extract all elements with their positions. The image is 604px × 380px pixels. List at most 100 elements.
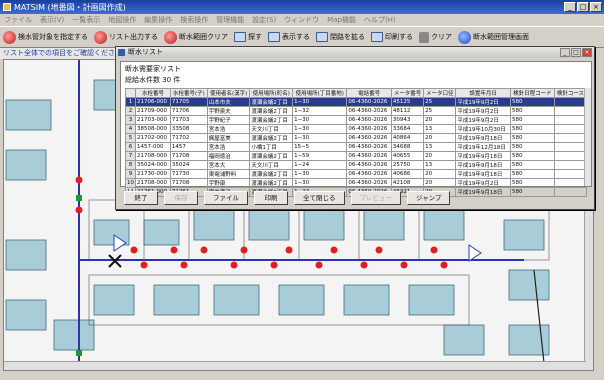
table-row[interactable]: 9 21730-000 71730 東電浦野料 渡瀬会議2丁目 1−30 06-4360-2… (125, 169, 588, 179)
map-horizontal-scrollbar[interactable] (4, 361, 586, 370)
dialog-close-button[interactable]: × (582, 48, 592, 57)
menu-item[interactable]: 表示(V) (40, 15, 64, 25)
table-row[interactable]: 7 21708-000 71708 福岡徳治 渡瀬会議2丁目 1−59 06-4360-20… (125, 151, 588, 161)
dialog-maximize-button[interactable]: □ (571, 48, 581, 57)
menu-item[interactable]: 管理機能 (216, 15, 244, 25)
menu-item[interactable]: 編集操作 (144, 15, 172, 25)
table-cell: 580 (509, 124, 555, 134)
table-cell: 1−30 (292, 124, 348, 134)
table-row[interactable]: 10 21708-000 71708 宇野康 渡瀬会議2丁目 1−30 06-4360-20… (125, 178, 588, 188)
table-cell: 06-4360-2026 (346, 124, 392, 134)
toolbar-button[interactable]: 探す (234, 32, 262, 42)
table-cell: 06-4360-2026 (346, 178, 392, 188)
table-cell: 平成19年9月18日 (455, 160, 511, 170)
table-cell: 33684 (390, 124, 425, 134)
window-title: MATSIM (地番図・計画図作成) (14, 2, 126, 12)
menu-item[interactable]: ファイル (4, 15, 32, 25)
menu-item[interactable]: ウィンドウ (284, 15, 319, 25)
list-count: 総給水件数 30 件 (125, 76, 181, 84)
column-header[interactable]: 電話番号 (346, 88, 392, 98)
column-header[interactable]: 使用場所(町名) (249, 88, 294, 98)
table-cell: 30943 (390, 115, 425, 125)
toolbar-button[interactable]: 閉路を拡る (316, 32, 365, 42)
toolbar-icon (371, 32, 383, 42)
table-cell: 平成19年9月2日 (455, 178, 511, 188)
toolbar-button-label: 探す (248, 33, 262, 41)
column-header[interactable]: 使用者名(漢字) (206, 88, 251, 98)
toolbar-button[interactable]: リスト出力する (94, 30, 158, 44)
dialog-minimize-button[interactable]: _ (560, 48, 570, 57)
table-cell: 34688 (390, 142, 425, 152)
window-controls: _ □ × (564, 2, 602, 12)
column-header[interactable]: メータ番号 (390, 88, 425, 98)
minimize-button[interactable]: _ (564, 2, 576, 12)
menu-item[interactable]: 一覧表示 (72, 15, 100, 25)
row-number: 3 (125, 115, 136, 125)
menu-item[interactable]: ヘルプ(H) (364, 15, 396, 25)
menu-item[interactable]: 検索操作 (180, 15, 208, 25)
toolbar-button[interactable]: クリア (419, 31, 452, 43)
table-cell: 13 (423, 160, 457, 170)
dialog-button[interactable]: 終了 (124, 191, 158, 205)
dialog-button[interactable]: 印刷 (254, 191, 288, 205)
table-row[interactable]: 6 1457-000 1457 宮本浩 小橋1丁目 15−5 06-4360-2026 346… (125, 142, 588, 152)
table-row[interactable]: 3 21703-000 71703 宇野紀子 渡瀬会議2丁目 1−30 06-4360-20… (125, 115, 588, 125)
table-cell: 33508 (169, 124, 208, 134)
table-cell: 1457 (169, 142, 208, 152)
table-cell: 20 (423, 169, 457, 179)
table-cell (553, 178, 588, 188)
column-header[interactable] (125, 88, 136, 98)
table-cell: 渡瀬会議2丁目 (249, 97, 294, 107)
toolbar-button[interactable]: 断水範囲クリア (164, 30, 228, 44)
toolbar-button[interactable]: 断水範囲管理画面 (458, 30, 529, 44)
table-cell: 渡瀬会議2丁目 (249, 169, 294, 179)
table-cell: 35024 (169, 160, 208, 170)
column-header[interactable]: 検針コース (553, 88, 588, 98)
close-button[interactable]: × (590, 2, 602, 12)
dialog-button[interactable]: 保存 (164, 191, 198, 205)
table-cell: 71705 (169, 97, 208, 107)
toolbar-button[interactable]: 検水管対象を指定する (3, 30, 88, 44)
table-cell: 平成19年9月18日 (455, 187, 511, 197)
table-cell: 42108 (390, 178, 425, 188)
table-row[interactable]: 5 21702-000 71702 楓屋富美 渡瀬会議2丁目 1−30 06-4360-20… (125, 133, 588, 143)
column-header[interactable]: 水栓番号(子) (169, 88, 208, 98)
toolbar-icon (3, 30, 16, 44)
table-cell: 40686 (390, 169, 425, 179)
column-header[interactable]: 水栓番号 (135, 88, 171, 98)
column-header[interactable]: 検針日程コード (509, 88, 555, 98)
table-cell: 20 (423, 151, 457, 161)
row-number: 6 (125, 142, 136, 152)
maximize-button[interactable]: □ (577, 2, 589, 12)
column-header[interactable]: 設置年月日 (455, 88, 511, 98)
table-cell: 東電浦野料 (206, 169, 251, 179)
table-cell: 天文川丁目 (249, 160, 294, 170)
toolbar-icon (234, 32, 246, 42)
table-cell: 580 (509, 187, 555, 197)
column-header[interactable]: 使用場所(丁目番地) (292, 88, 348, 98)
table-cell: 宮本大 (206, 160, 251, 170)
table-cell: 06-4360-2026 (346, 106, 392, 116)
dialog-button[interactable]: ファイル (204, 191, 248, 205)
table-row[interactable]: 4 38508-000 33508 宮本浩 天文川丁目 1−30 06-4360-2026 3… (125, 124, 588, 134)
table-cell: 580 (509, 133, 555, 143)
table-cell: 1−30 (292, 169, 348, 179)
toolbar-button[interactable]: 印刷する (371, 32, 413, 42)
menu-item[interactable]: Map機能 (327, 15, 356, 25)
dialog-button[interactable]: ジャンプ (407, 191, 451, 205)
table-cell: 楓屋富美 (206, 133, 251, 143)
table-row[interactable]: 2 21709-000 71706 宇野泉夫 渡瀬会議2丁目 1−32 06-4360-20… (125, 106, 588, 116)
table-cell: 1−59 (292, 151, 348, 161)
table-row[interactable]: 8 35024-000 35024 宮本大 天文川丁目 1−24 06-4360-2026 2… (125, 160, 588, 170)
menu-item[interactable]: 設定(S) (252, 15, 276, 25)
dialog-button[interactable]: 全て閉じる (294, 191, 345, 205)
table-cell: 21730-000 (135, 169, 171, 179)
toolbar-button[interactable]: 表示する (268, 32, 310, 42)
table-row[interactable]: 1 21706-000 71705 山本市夫 渡瀬会議2丁目 1−30 06-4360-20… (125, 97, 588, 107)
column-header[interactable]: メータ口径 (423, 88, 457, 98)
table-cell: 1−30 (292, 178, 348, 188)
table-vertical-scrollbar[interactable] (584, 88, 591, 186)
table-cell: 宇野紀子 (206, 115, 251, 125)
dialog-button[interactable]: プレビュー (350, 191, 401, 205)
menu-item[interactable]: 地図操作 (108, 15, 136, 25)
